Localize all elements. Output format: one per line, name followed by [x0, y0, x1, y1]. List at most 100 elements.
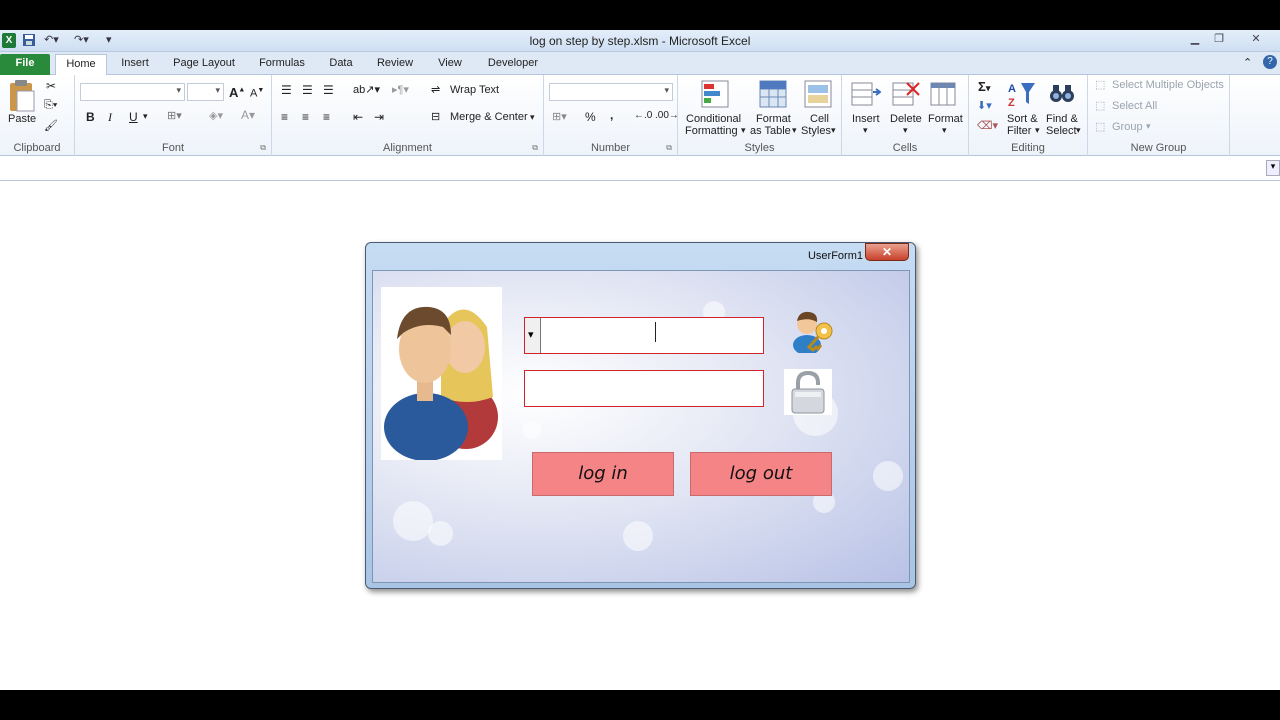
tab-data[interactable]: Data	[324, 54, 358, 75]
format-as-table-label-1[interactable]: Format	[756, 113, 791, 125]
shrink-font-icon[interactable]: A▼	[250, 87, 264, 100]
delete-dropdown-icon[interactable]: ▾	[903, 125, 908, 136]
cell-styles-icon[interactable]	[804, 80, 832, 108]
close-icon[interactable]: ✕	[1244, 31, 1268, 47]
decrease-indent-icon[interactable]: ⇤	[353, 110, 363, 124]
percent-button[interactable]: %	[585, 110, 596, 124]
decrease-decimal-icon[interactable]: .00→	[655, 110, 679, 121]
text-direction-icon[interactable]: ▸¶▾	[392, 83, 409, 96]
insert-cells-icon[interactable]	[851, 80, 881, 108]
fill-color-icon[interactable]: ◈▾	[209, 109, 223, 122]
formula-bar[interactable]: ▾	[0, 157, 1280, 181]
accounting-format-icon[interactable]: ⊞▾	[552, 110, 567, 123]
find-select-label-1[interactable]: Find &	[1046, 113, 1078, 125]
tab-developer[interactable]: Developer	[482, 54, 544, 75]
merge-dropdown-icon[interactable]: ▾	[530, 112, 535, 123]
insert-button[interactable]: Insert	[852, 113, 880, 125]
format-as-table-label-2[interactable]: as Table	[750, 125, 791, 137]
increase-indent-icon[interactable]: ⇥	[374, 110, 384, 124]
minimize-icon[interactable]: ▁	[1183, 31, 1207, 47]
copy-icon[interactable]: ⎘▾	[44, 99, 57, 112]
logout-button[interactable]: log out	[690, 452, 832, 496]
number-format-combo[interactable]	[549, 83, 673, 101]
cut-icon[interactable]: ✂	[46, 79, 56, 93]
tab-insert[interactable]: Insert	[115, 54, 155, 75]
select-all-button[interactable]: Select All	[1112, 100, 1157, 112]
tab-file[interactable]: File	[0, 54, 50, 75]
select-all-icon[interactable]: ⬚	[1095, 99, 1105, 112]
expand-formula-bar-icon[interactable]: ▾	[1266, 160, 1280, 176]
align-center-icon[interactable]: ≡	[302, 110, 309, 124]
tab-formulas[interactable]: Formulas	[253, 54, 311, 75]
autosum-icon[interactable]: Σ▾	[978, 79, 990, 94]
tab-view[interactable]: View	[432, 54, 468, 75]
maximize-icon[interactable]: ❐	[1207, 31, 1231, 47]
clear-icon[interactable]: ⌫▾	[977, 119, 998, 132]
format-cells-icon[interactable]	[930, 80, 958, 108]
underline-button[interactable]: U	[129, 110, 138, 124]
insert-dropdown-icon[interactable]: ▾	[863, 125, 868, 136]
paste-icon[interactable]	[8, 79, 36, 113]
sort-filter-icon[interactable]: A Z	[1007, 80, 1037, 108]
username-combobox[interactable]	[524, 317, 764, 354]
sort-filter-dropdown-icon[interactable]: ▾	[1035, 125, 1040, 136]
conditional-formatting-icon[interactable]	[701, 80, 729, 108]
delete-cells-icon[interactable]	[892, 80, 920, 108]
font-name-combo[interactable]	[80, 83, 185, 101]
orientation-icon[interactable]: ab↗▾	[353, 83, 380, 96]
conditional-formatting-label-1[interactable]: Conditional	[686, 113, 741, 125]
bold-button[interactable]: B	[86, 110, 95, 124]
font-launcher-icon[interactable]: ⧉	[260, 143, 266, 153]
bottom-align-icon[interactable]: ☰	[323, 83, 334, 97]
paste-button[interactable]: Paste	[8, 113, 36, 125]
comma-button[interactable]: ,	[610, 108, 613, 122]
tab-review[interactable]: Review	[372, 54, 418, 75]
font-size-combo[interactable]	[187, 83, 224, 101]
grow-font-icon[interactable]: A▲	[229, 85, 245, 100]
login-button[interactable]: log in	[532, 452, 674, 496]
tab-home[interactable]: Home	[55, 54, 107, 75]
conditional-dropdown-icon[interactable]: ▾	[741, 125, 746, 136]
italic-button[interactable]: I	[108, 110, 112, 125]
merge-center-icon[interactable]: ⊟	[431, 110, 440, 123]
sort-filter-label-1[interactable]: Sort &	[1007, 113, 1038, 125]
find-select-icon[interactable]	[1049, 82, 1075, 106]
sort-filter-label-2[interactable]: Filter	[1007, 125, 1031, 137]
wrap-text-button[interactable]: Wrap Text	[450, 84, 499, 96]
username-dropdown-icon[interactable]	[525, 318, 541, 353]
select-multiple-icon[interactable]: ⬚	[1095, 78, 1105, 91]
conditional-formatting-label-2[interactable]: Formatting	[685, 125, 738, 137]
underline-dropdown-icon[interactable]: ▾	[143, 111, 148, 122]
increase-decimal-icon[interactable]: ←.0	[634, 110, 652, 121]
align-right-icon[interactable]: ≡	[323, 110, 330, 124]
format-table-dropdown-icon[interactable]: ▾	[792, 125, 797, 136]
password-field[interactable]	[524, 370, 764, 407]
group-dropdown-icon[interactable]: ▾	[1146, 121, 1151, 132]
wrap-text-icon[interactable]: ⇌	[431, 83, 440, 96]
cell-styles-dropdown-icon[interactable]: ▾	[831, 125, 836, 136]
cell-styles-label-2[interactable]: Styles	[801, 125, 831, 137]
align-left-icon[interactable]: ≡	[281, 110, 288, 124]
select-multiple-objects-button[interactable]: Select Multiple Objects	[1112, 79, 1224, 91]
tab-page-layout[interactable]: Page Layout	[168, 54, 240, 75]
group-button[interactable]: Group	[1112, 121, 1143, 133]
format-painter-icon[interactable]: 🖌	[44, 119, 58, 132]
cell-styles-label-1[interactable]: Cell	[810, 113, 829, 125]
number-launcher-icon[interactable]: ⧉	[666, 143, 672, 153]
format-as-table-icon[interactable]	[759, 80, 787, 108]
format-button[interactable]: Format	[928, 113, 963, 125]
merge-center-button[interactable]: Merge & Center	[450, 111, 528, 123]
group-icon[interactable]: ⬚	[1095, 120, 1105, 133]
help-icon[interactable]: ?	[1263, 55, 1277, 69]
top-align-icon[interactable]: ☰	[281, 83, 292, 97]
font-color-icon[interactable]: A▾	[241, 108, 255, 122]
middle-align-icon[interactable]: ☰	[302, 83, 313, 97]
help-caret-icon[interactable]: ⌃	[1243, 56, 1252, 69]
find-select-dropdown-icon[interactable]: ▾	[1076, 125, 1081, 136]
delete-button[interactable]: Delete	[890, 113, 922, 125]
userform-close-button[interactable]: ✕	[865, 243, 909, 261]
find-select-label-2[interactable]: Select	[1046, 125, 1077, 137]
alignment-launcher-icon[interactable]: ⧉	[532, 143, 538, 153]
borders-icon[interactable]: ⊞▾	[167, 109, 182, 122]
fill-icon[interactable]: ⬇▾	[977, 99, 992, 112]
